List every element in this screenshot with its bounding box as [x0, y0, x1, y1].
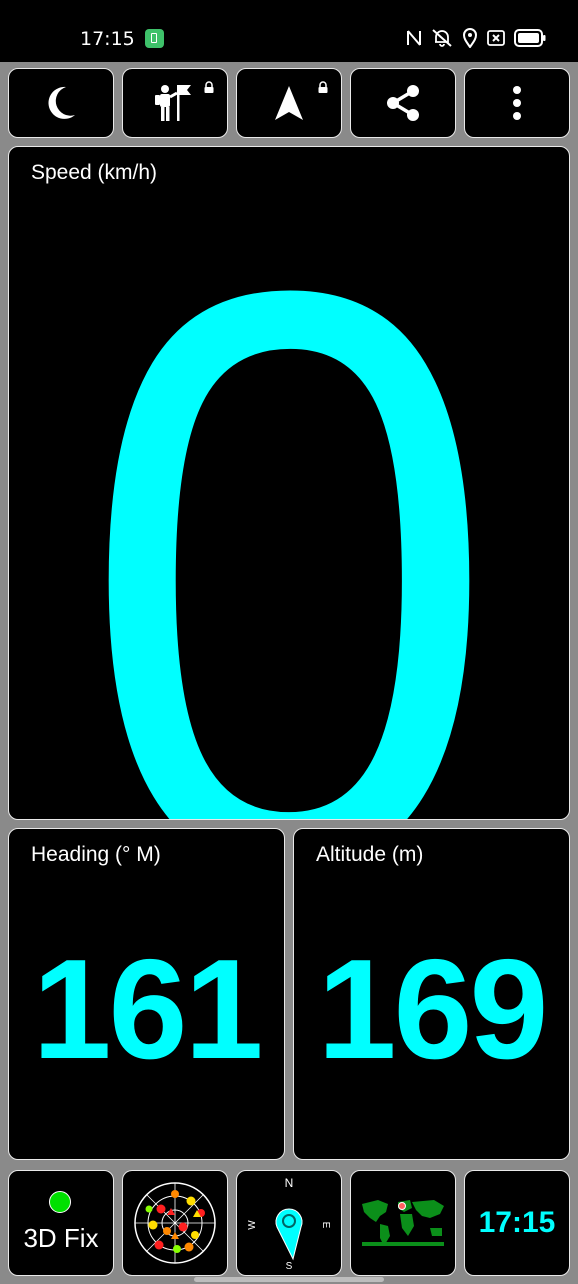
lock-icon — [318, 81, 328, 93]
satellite-sky-view-button[interactable] — [122, 1170, 228, 1276]
compass-west: W — [247, 1220, 258, 1230]
speed-panel[interactable]: Speed (km/h) 0 — [8, 146, 570, 820]
altitude-value: 169 — [317, 930, 549, 1089]
compass-north: N — [285, 1176, 294, 1190]
mute-icon — [432, 29, 452, 47]
home-indicator[interactable] — [194, 1277, 384, 1282]
altitude-label: Altitude (m) — [316, 843, 424, 866]
night-mode-button[interactable] — [8, 68, 114, 138]
compass-east: E — [320, 1222, 331, 1229]
satellite-radar-icon — [134, 1182, 216, 1264]
location-icon — [462, 28, 478, 48]
speed-value: 0 — [79, 146, 499, 820]
clock-time: 17:15 — [478, 1206, 556, 1239]
heading-value: 161 — [32, 930, 264, 1089]
status-icons — [406, 26, 546, 50]
compass-south: S — [286, 1261, 293, 1272]
world-map-button[interactable] — [350, 1170, 456, 1276]
close-box-icon — [487, 30, 505, 46]
heading-panel[interactable]: Heading (° M) 161 — [8, 828, 285, 1160]
share-icon — [387, 85, 419, 121]
fix-status-label: 3D Fix — [23, 1223, 99, 1253]
hiker-mode-button[interactable] — [122, 68, 228, 138]
app-notification-icon — [145, 29, 164, 48]
more-vertical-icon — [513, 86, 521, 120]
clock-button[interactable]: 17:15 — [464, 1170, 570, 1276]
navigation-arrow-icon — [275, 86, 303, 120]
nfc-icon — [407, 30, 421, 46]
fix-status-dot — [49, 1191, 71, 1213]
navigation-button[interactable] — [236, 68, 342, 138]
world-map-icon — [362, 1200, 444, 1246]
more-options-button[interactable] — [464, 68, 570, 138]
gps-fix-button[interactable]: 3D Fix — [8, 1170, 114, 1276]
status-time: 17:15 — [80, 28, 135, 50]
lock-icon — [204, 81, 214, 93]
heading-label: Heading (° M) — [31, 843, 161, 866]
moon-icon — [48, 86, 75, 119]
compass-button[interactable]: N E S W — [236, 1170, 342, 1276]
compass-icon: N E S W — [247, 1176, 331, 1272]
battery-icon — [514, 29, 546, 47]
status-bar: 17:15 — [0, 0, 578, 62]
share-button[interactable] — [350, 68, 456, 138]
altitude-panel[interactable]: Altitude (m) 169 — [293, 828, 570, 1160]
hiker-flag-icon — [155, 85, 191, 121]
